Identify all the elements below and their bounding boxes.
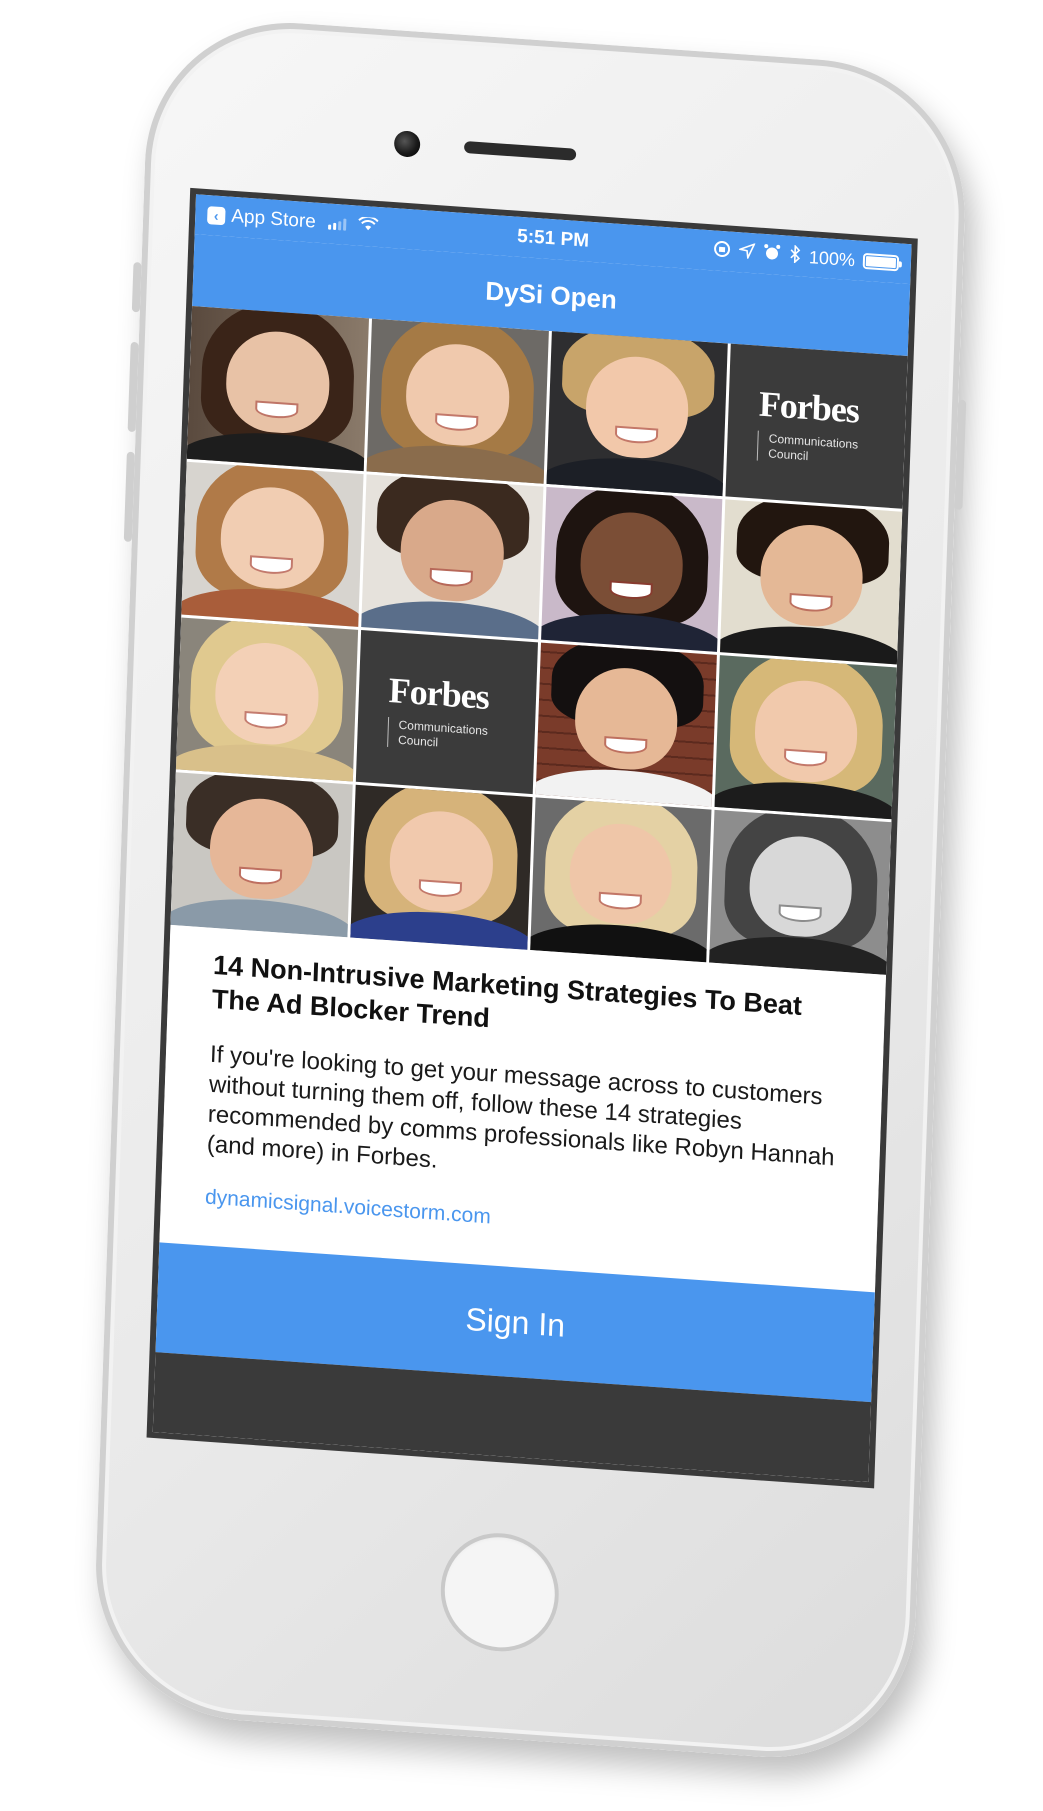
portrait-photo bbox=[350, 784, 533, 950]
portrait-photo bbox=[175, 616, 358, 782]
device-mockup: ‹ App Store 5:51 PM 100% DySi Open Forbe… bbox=[0, 0, 1043, 1811]
forbes-communications-council-logo: Forbes Communications Council bbox=[725, 343, 908, 509]
battery-percent: 100% bbox=[808, 246, 856, 270]
portrait-photo bbox=[546, 331, 729, 496]
forbes-wordmark: Forbes bbox=[758, 384, 860, 431]
article-header-image[interactable]: Forbes Communications Council Forbes Com… bbox=[170, 306, 908, 975]
forbes-communications-council-logo: Forbes Communications Council bbox=[355, 629, 538, 795]
back-chevron-icon[interactable]: ‹ bbox=[207, 206, 226, 226]
portrait-photo bbox=[366, 318, 549, 484]
portrait-photo bbox=[720, 499, 903, 664]
forbes-council-caption: Communications Council bbox=[386, 716, 535, 758]
portrait-photo bbox=[529, 797, 712, 963]
orientation-lock-icon bbox=[713, 239, 732, 263]
location-arrow-icon bbox=[737, 242, 756, 264]
alarm-clock-icon bbox=[763, 242, 782, 266]
phone-screen: ‹ App Store 5:51 PM 100% DySi Open Forbe… bbox=[152, 194, 912, 1482]
bluetooth-icon bbox=[789, 243, 802, 268]
portrait-photo bbox=[181, 461, 364, 627]
article-title[interactable]: 14 Non-Intrusive Marketing Strategies To… bbox=[211, 948, 845, 1060]
portrait-photo bbox=[360, 474, 543, 639]
portrait-photo bbox=[170, 772, 353, 938]
article-card[interactable]: 14 Non-Intrusive Marketing Strategies To… bbox=[159, 924, 887, 1295]
portrait-photo bbox=[709, 810, 892, 975]
wifi-icon bbox=[357, 215, 379, 236]
portrait-photo bbox=[714, 654, 897, 820]
portrait-photo bbox=[535, 642, 718, 807]
cellular-signal-icon bbox=[327, 217, 346, 231]
forbes-wordmark: Forbes bbox=[388, 669, 490, 717]
back-to-app-label[interactable]: App Store bbox=[231, 206, 316, 234]
status-time: 5:51 PM bbox=[516, 225, 590, 252]
phone-frame: ‹ App Store 5:51 PM 100% DySi Open Forbe… bbox=[90, 12, 970, 1787]
nav-title: DySi Open bbox=[484, 275, 618, 315]
article-summary: If you're looking to get your message ac… bbox=[206, 1040, 835, 1174]
battery-fill bbox=[865, 256, 897, 269]
portrait-photo bbox=[186, 306, 369, 471]
battery-icon bbox=[862, 252, 900, 272]
portrait-photo bbox=[540, 486, 723, 652]
forbes-council-caption: Communications Council bbox=[756, 431, 905, 472]
